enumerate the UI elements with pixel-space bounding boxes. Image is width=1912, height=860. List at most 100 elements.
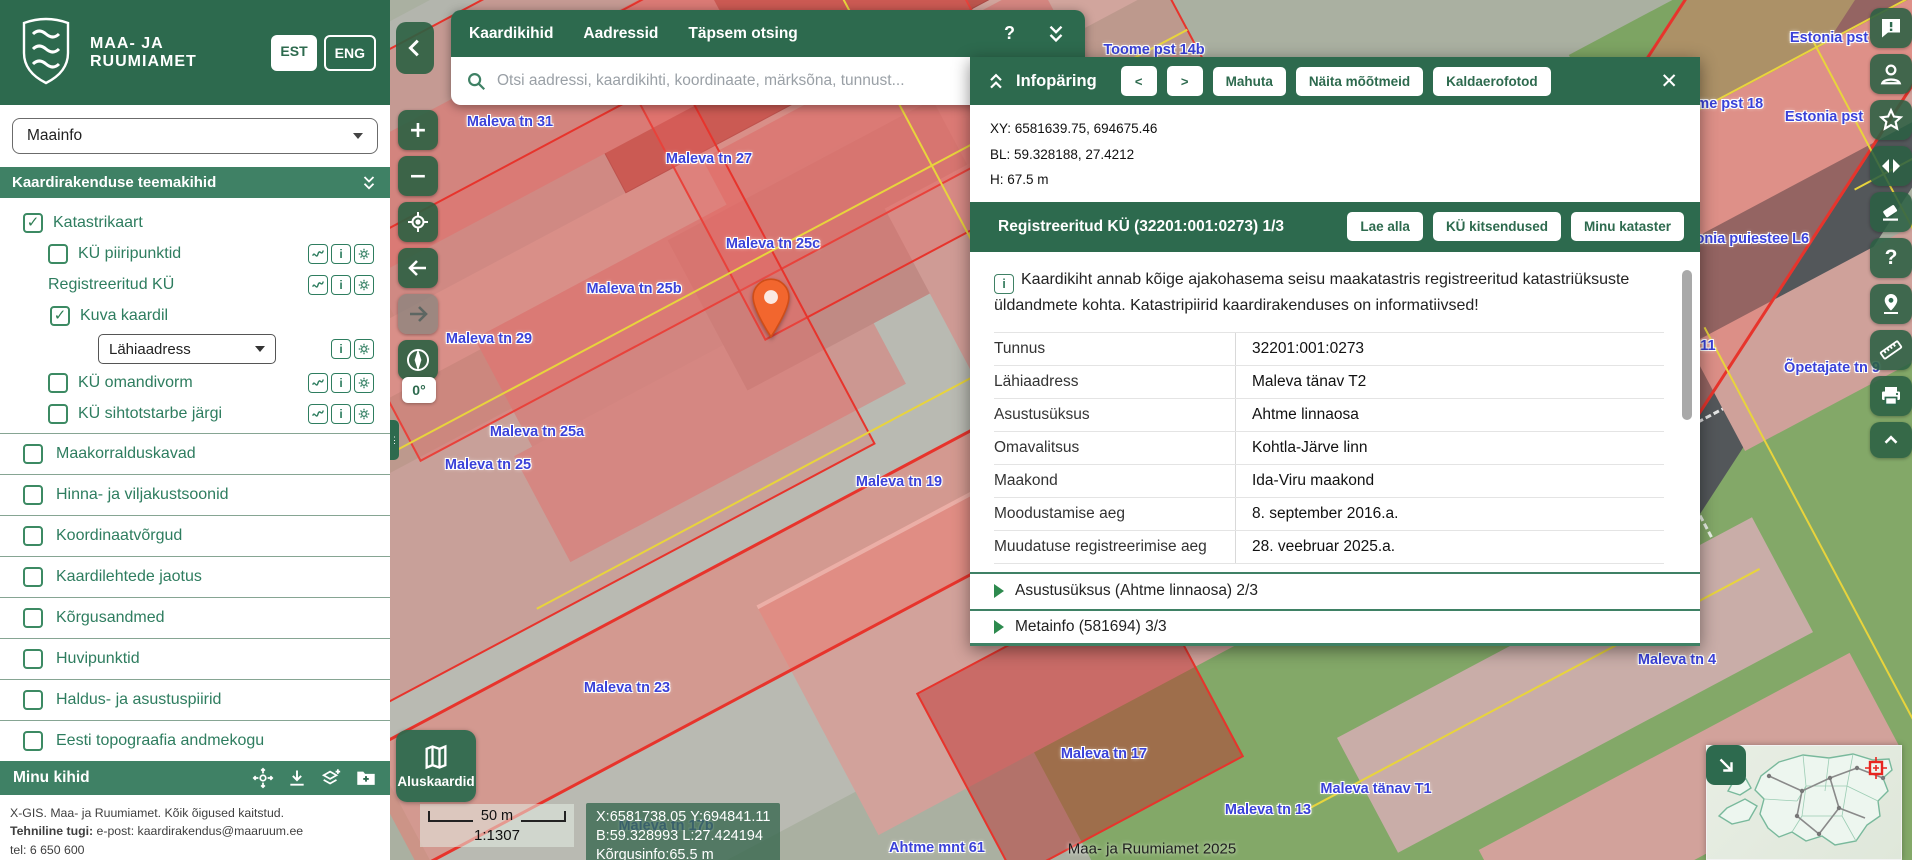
layer-label: Maakorralduskavad <box>56 445 196 463</box>
style-icon[interactable] <box>308 244 328 264</box>
lang-eng-button[interactable]: ENG <box>324 35 376 71</box>
layer-label: Kaardilehtede jaotus <box>56 568 202 586</box>
layer-row-haldus-asustuspiirid[interactable]: Haldus- ja asustuspiirid <box>0 679 390 720</box>
tab-aadressid[interactable]: Aadressid <box>583 25 658 43</box>
gear-icon[interactable] <box>354 404 374 424</box>
layer-row-kaardilehtede-jaotus[interactable]: Kaardilehtede jaotus <box>0 556 390 597</box>
tab-kaardikihid[interactable]: Kaardikihid <box>469 25 553 43</box>
pan-move-icon[interactable] <box>252 767 274 789</box>
measure-button[interactable] <box>1870 330 1912 370</box>
compass-button[interactable] <box>398 340 438 380</box>
layer-row-eesti-topograafia[interactable]: Eesti topograafia andmekogu <box>0 720 390 761</box>
panel-drag-handle[interactable]: ⋮ <box>390 420 399 460</box>
style-icon[interactable] <box>308 404 328 424</box>
next-result-button[interactable]: > <box>1167 66 1203 96</box>
fit-button[interactable]: Mahuta <box>1213 67 1286 96</box>
mode-select[interactable]: Maainfo <box>12 118 378 154</box>
chevron-down-icon <box>353 133 363 139</box>
ku-piiripunktid-label: KÜ piiripunktid <box>78 245 181 263</box>
layer-checkbox[interactable] <box>23 567 43 587</box>
scale-bar: 50 m 1:1307 <box>420 804 574 847</box>
gear-icon[interactable] <box>354 339 374 359</box>
layer-checkbox[interactable] <box>23 731 43 751</box>
layer-row-huvipunktid[interactable]: Huvipunktid <box>0 638 390 679</box>
style-icon[interactable] <box>308 275 328 295</box>
minimap-expand-button[interactable] <box>1706 745 1746 785</box>
collapse-search-icon[interactable] <box>1045 23 1067 45</box>
info-icon[interactable]: i <box>331 244 351 264</box>
gear-icon[interactable] <box>354 275 374 295</box>
gear-icon[interactable] <box>354 244 374 264</box>
chevron-right-icon <box>994 620 1004 634</box>
map-label: Toome pst 14b <box>1103 42 1204 58</box>
basemap-button[interactable]: Aluskaardid <box>396 730 476 802</box>
table-row: Moodustamise aeg8. september 2016.a. <box>994 498 1664 531</box>
download-button[interactable]: Lae alla <box>1347 212 1423 241</box>
katastrikaart-checkbox[interactable]: ✓ <box>23 213 43 233</box>
info-icon[interactable]: i <box>331 339 351 359</box>
ruler-icon <box>1878 337 1904 363</box>
collapse-panel-icon[interactable] <box>986 71 1006 91</box>
layer-checkbox[interactable] <box>23 608 43 628</box>
ku-restrictions-button[interactable]: KÜ kitsendused <box>1433 212 1561 241</box>
attributes-table: Tunnus32201:001:0273 LähiaadressMaleva t… <box>994 332 1664 564</box>
user-button[interactable] <box>1870 54 1912 94</box>
swipe-compare-button[interactable] <box>1870 146 1912 186</box>
zoom-in-button[interactable]: + <box>398 110 438 150</box>
location-button[interactable] <box>1870 284 1912 324</box>
favorites-button[interactable] <box>1870 100 1912 140</box>
print-button[interactable] <box>1870 376 1912 416</box>
scrollbar-thumb[interactable] <box>1682 270 1692 420</box>
eraser-button[interactable] <box>1870 192 1912 232</box>
info-icon[interactable]: i <box>331 404 351 424</box>
layer-row-koordinaatvorgud[interactable]: Koordinaatvõrgud <box>0 515 390 556</box>
help-icon[interactable]: ? <box>1004 23 1015 44</box>
basemap-label: Aluskaardid <box>397 774 474 789</box>
ku-omandivorm-checkbox[interactable] <box>48 373 68 393</box>
show-measurements-button[interactable]: Näita mõõtmeid <box>1296 67 1423 96</box>
layer-checkbox[interactable] <box>23 526 43 546</box>
my-cadastre-button[interactable]: Minu kataster <box>1571 212 1684 241</box>
tab-tapsem-otsing[interactable]: Täpsem otsing <box>688 25 797 43</box>
accordion-asustusuksus[interactable]: Asustusüksus (Ahtme linnaosa) 2/3 <box>970 572 1700 609</box>
kuva-kaardil-label: Kuva kaardil <box>80 307 168 325</box>
collapse-toolbar-button[interactable] <box>1870 422 1912 458</box>
map-label: Maleva tn 17 <box>1061 746 1147 762</box>
info-icon[interactable]: i <box>331 373 351 393</box>
chevron-right-icon <box>994 584 1004 598</box>
help-button[interactable]: ? <box>1870 238 1912 278</box>
history-forward-button[interactable] <box>398 294 438 334</box>
map-label: Maleva tn 25b <box>586 281 681 297</box>
lang-est-button[interactable]: EST <box>271 35 316 71</box>
layer-checkbox[interactable] <box>23 444 43 464</box>
layer-checkbox[interactable] <box>23 649 43 669</box>
layer-row-maakorralduskavad[interactable]: Maakorralduskavad <box>0 433 390 474</box>
layer-checkbox[interactable] <box>23 485 43 505</box>
download-icon[interactable] <box>287 768 307 788</box>
history-back-button[interactable] <box>398 248 438 288</box>
layer-row-korgusandmed[interactable]: Kõrgusandmed <box>0 597 390 638</box>
gear-icon[interactable] <box>354 373 374 393</box>
feedback-button[interactable] <box>1870 8 1912 48</box>
ku-sihtotstarbe-checkbox[interactable] <box>48 404 68 424</box>
collapse-sidebar-button[interactable] <box>396 22 434 74</box>
style-icon[interactable] <box>308 373 328 393</box>
locate-button[interactable] <box>398 202 438 242</box>
close-icon[interactable]: ✕ <box>1654 69 1684 93</box>
kuva-kaardil-checkbox[interactable]: ✓ <box>50 306 70 326</box>
rotation-reset-button[interactable]: 0° <box>402 377 436 403</box>
oblique-photos-button[interactable]: Kaldaerofotod <box>1433 67 1551 96</box>
zoom-out-button[interactable]: − <box>398 156 438 196</box>
address-type-select[interactable]: Lähiaadress <box>98 334 276 364</box>
accordion-metainfo[interactable]: Metainfo (581694) 3/3 <box>970 609 1700 646</box>
ku-piiripunktid-checkbox[interactable] <box>48 244 68 264</box>
add-layer-icon[interactable] <box>320 767 342 789</box>
collapse-all-icon[interactable] <box>360 174 378 192</box>
layer-row-hinna-viljakustsoonid[interactable]: Hinna- ja viljakustsoonid <box>0 474 390 515</box>
add-folder-icon[interactable] <box>355 767 377 789</box>
map-canvas[interactable]: Maleva tn 31 Maleva tn 27 Maleva tn 25c … <box>390 0 1912 860</box>
info-icon[interactable]: i <box>331 275 351 295</box>
panel-scrollbar[interactable] <box>1682 266 1692 554</box>
layer-checkbox[interactable] <box>23 690 43 710</box>
prev-result-button[interactable]: < <box>1121 66 1157 96</box>
